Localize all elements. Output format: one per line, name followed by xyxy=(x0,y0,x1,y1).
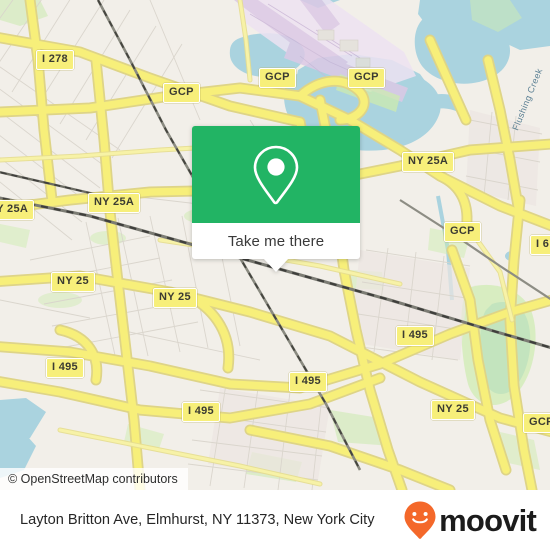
callout-tail xyxy=(263,258,289,272)
highway-shield: NY 25 xyxy=(153,288,197,308)
highway-shield: GCP xyxy=(259,68,296,88)
moovit-pin-smiley-icon xyxy=(404,501,436,539)
moovit-map-page: I 278 GCP GCP GCP NY 25A NY 25A NY 25A GCP I 6 NY… xyxy=(0,0,550,550)
take-me-there-button[interactable]: Take me there xyxy=(192,223,360,272)
highway-shield: GCP xyxy=(444,222,481,242)
location-callout-popup[interactable]: Take me there xyxy=(192,126,360,272)
moovit-logo[interactable]: moovit xyxy=(403,500,537,540)
highway-shield: I 495 xyxy=(396,326,434,346)
highway-shield: NY 25A xyxy=(0,200,35,220)
highway-shield: NY 25A xyxy=(88,193,141,213)
highway-shield: I 495 xyxy=(46,358,84,378)
osm-attribution[interactable]: © OpenStreetMap contributors xyxy=(0,468,188,490)
highway-shield: NY 25A xyxy=(402,152,455,172)
moovit-wordmark: moovit xyxy=(439,502,537,538)
address-text: Layton Britton Ave, Elmhurst, NY 11373, … xyxy=(20,512,375,528)
highway-shield: NY 25 xyxy=(51,272,95,292)
callout-pin-panel xyxy=(192,126,360,223)
location-pin-icon xyxy=(253,145,299,204)
highway-shield: GCP xyxy=(348,68,385,88)
highway-shield: I 278 xyxy=(36,50,74,70)
highway-shield: GCP xyxy=(523,413,550,433)
highway-shield: NY 25 xyxy=(431,400,475,420)
highway-shield: I 495 xyxy=(289,372,327,392)
highway-shield: GCP xyxy=(163,83,200,103)
highway-shield: I 6 xyxy=(530,235,550,255)
highway-shield: I 495 xyxy=(182,402,220,422)
take-me-there-label: Take me there xyxy=(227,232,325,250)
map-canvas[interactable]: I 278 GCP GCP GCP NY 25A NY 25A NY 25A GCP I 6 NY… xyxy=(0,0,550,490)
bottom-info-bar: Layton Britton Ave, Elmhurst, NY 11373, … xyxy=(0,490,550,550)
